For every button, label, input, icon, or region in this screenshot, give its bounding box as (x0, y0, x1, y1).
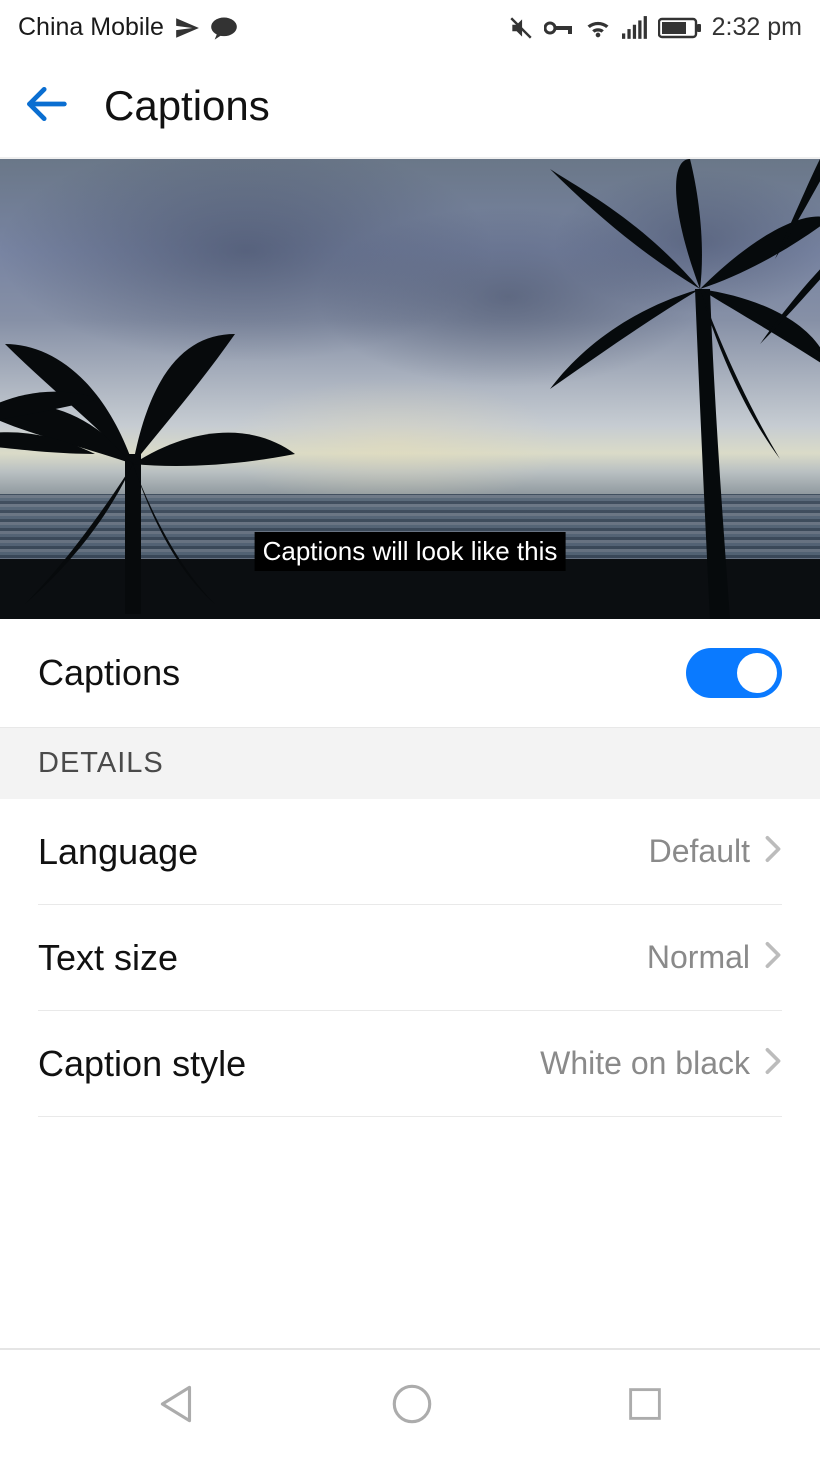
caption-sample-text: Captions will look like this (255, 532, 566, 571)
chevron-right-icon (764, 941, 782, 974)
caption-style-value: White on black (540, 1045, 750, 1082)
text-size-row[interactable]: Text size Normal (38, 905, 782, 1011)
mute-icon (508, 15, 534, 41)
caption-preview-image: Captions will look like this (0, 159, 820, 619)
navigation-bar (0, 1348, 820, 1458)
back-button[interactable] (24, 82, 68, 131)
text-size-value-group: Normal (647, 939, 782, 976)
chevron-right-icon (764, 835, 782, 868)
nav-back-button[interactable] (152, 1379, 202, 1429)
chevron-right-icon (764, 1047, 782, 1080)
vpn-key-icon (544, 16, 574, 40)
status-right: 2:32 pm (508, 13, 802, 42)
palm-tree-right-decoration (550, 159, 820, 619)
language-label: Language (38, 831, 198, 873)
caption-style-value-group: White on black (540, 1045, 782, 1082)
carrier-label: China Mobile (18, 13, 164, 42)
language-row[interactable]: Language Default (38, 799, 782, 905)
clock: 2:32 pm (712, 13, 802, 42)
chat-icon (210, 16, 238, 40)
text-size-value: Normal (647, 939, 750, 976)
captions-toggle-row[interactable]: Captions (0, 619, 820, 727)
caption-style-label: Caption style (38, 1043, 246, 1085)
text-size-label: Text size (38, 937, 178, 979)
settings-list: Language Default Text size Normal Captio… (0, 799, 820, 1117)
page-title: Captions (104, 82, 270, 130)
captions-toggle-label: Captions (38, 652, 180, 694)
battery-icon (658, 16, 702, 40)
telegram-icon (174, 15, 200, 41)
app-bar: Captions (0, 55, 820, 159)
nav-home-button[interactable] (387, 1379, 437, 1429)
nav-recent-button[interactable] (622, 1381, 668, 1427)
details-section-header: DETAILS (0, 727, 820, 799)
language-value: Default (649, 833, 750, 870)
wifi-icon (584, 16, 612, 40)
cellular-signal-icon (622, 16, 648, 40)
captions-switch[interactable] (686, 648, 782, 698)
caption-style-row[interactable]: Caption style White on black (38, 1011, 782, 1117)
language-value-group: Default (649, 833, 782, 870)
status-bar: China Mobile 2:32 pm (0, 0, 820, 55)
status-left: China Mobile (18, 13, 238, 42)
